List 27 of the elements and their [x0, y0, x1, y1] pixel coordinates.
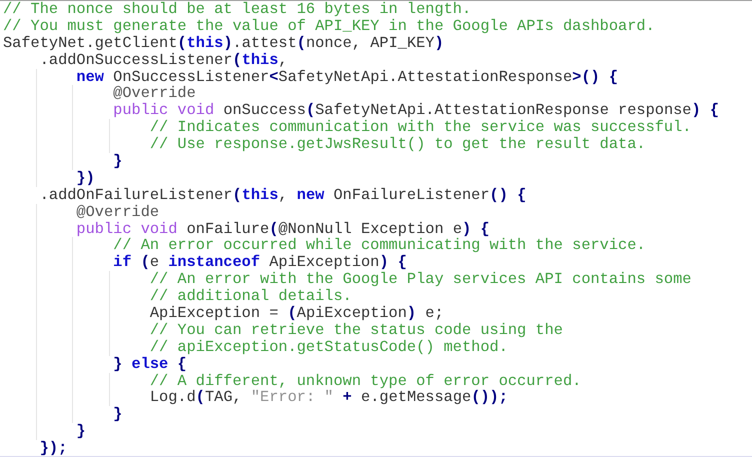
- code-line: }): [75, 168, 95, 187]
- code-line: }: [75, 422, 86, 440]
- code-line: // You must generate the value of API_KEY in the Google APIs dashboard.: [3, 16, 655, 35]
- code-line: }: [112, 152, 122, 170]
- code-line: // apiException.getStatusCode() method.: [148, 338, 508, 356]
- code-line: }: [112, 405, 122, 424]
- code-line: SafetyNet.getClient(this).attest(nonce, API_KEY): [3, 34, 444, 52]
- code-line: // additional details.: [148, 287, 352, 306]
- code-line: // Indicates communication with the service was successful.: [148, 118, 692, 136]
- code-line: } else {: [112, 354, 187, 373]
- code-line: public void onSuccess(SafetyNetApi.AttestationResponse response) {: [112, 101, 720, 120]
- code-line: .addOnSuccessListener(this,: [38, 50, 288, 69]
- code-line: // An error with the Google Play services API contains some: [148, 270, 692, 288]
- code-line: // The nonce should be at least 16 bytes in length.: [3, 1, 472, 18]
- code-line: });: [38, 439, 68, 456]
- code-line: if (e instanceof ApiException) {: [112, 253, 407, 272]
- code-line: @Override: [112, 84, 196, 102]
- code-line: .addOnFailureListener(this, new OnFailureListener() {: [38, 186, 526, 204]
- code-line: // An error occurred while communicating with the service.: [113, 236, 646, 254]
- code-line: // A different, unknown type of error occurred.: [148, 372, 582, 390]
- code-line: public void onFailure(@NonNull Exception e) {: [75, 220, 490, 238]
- code-line: new OnSuccessListener<SafetyNetApi.AttestationResponse>() {: [75, 68, 618, 86]
- code-line: // You can retrieve the status code using the: [148, 320, 563, 339]
- code-line: // Use response.getJwsResult() to get the result data.: [148, 135, 646, 154]
- code-line: ApiException = (ApiException) e;: [148, 304, 444, 322]
- code-line: Log.d(TAG, "Error: " + e.getMessage());: [148, 388, 508, 406]
- code-line: @Override: [75, 202, 160, 221]
